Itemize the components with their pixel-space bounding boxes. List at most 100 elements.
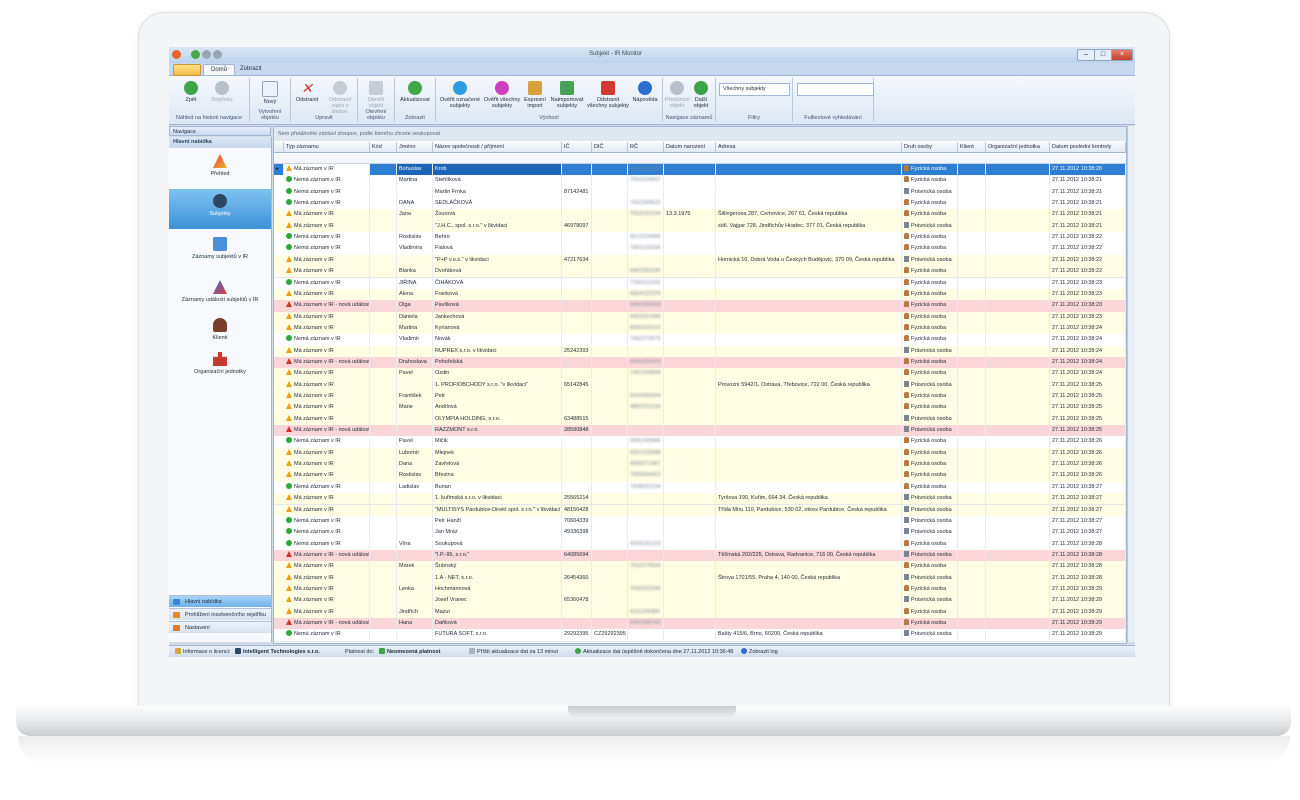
cell-ic[interactable] (562, 368, 592, 380)
cell-name[interactable] (397, 425, 433, 437)
cell-rc[interactable]: 7656232345 (628, 583, 664, 595)
cell-client[interactable] (958, 164, 986, 175)
cell-birth[interactable] (664, 606, 716, 618)
cell-name[interactable]: Bohuslav (397, 164, 433, 175)
cell-surname[interactable]: Ozdin (433, 368, 562, 380)
cell-surname[interactable]: Pavlíková (433, 300, 562, 312)
cell-unit[interactable] (986, 300, 1050, 312)
cell-date[interactable]: 27.11.2012 10:38:22 (1050, 266, 1126, 278)
cell-date[interactable]: 27.11.2012 10:38:23 (1050, 288, 1126, 300)
cell-type[interactable]: Má záznam v IR (284, 345, 370, 357)
cell-birth[interactable] (664, 629, 716, 641)
cell-dic[interactable] (592, 368, 628, 380)
next-object-button[interactable]: Další objekt (689, 81, 713, 109)
cell-unit[interactable] (986, 209, 1050, 221)
cell-birth[interactable] (664, 436, 716, 448)
cell-type[interactable]: Má záznam v IR (284, 447, 370, 459)
cell-date[interactable]: 27.11.2012 10:38:28 (1050, 538, 1126, 550)
cell-dic[interactable] (592, 209, 628, 221)
cell-client[interactable] (958, 391, 986, 402)
cell-date[interactable]: 27.11.2012 10:38:23 (1050, 277, 1126, 289)
cell-code[interactable] (370, 164, 397, 175)
cell-birth[interactable] (664, 391, 716, 402)
back-button[interactable]: Zpět (177, 81, 205, 103)
filter-row[interactable] (274, 154, 1126, 164)
cell-name[interactable]: Pavel (397, 368, 433, 380)
cell-addr[interactable]: Šillingerova 287, Cerhovice, 267 61, Čes… (716, 209, 902, 221)
cell-client[interactable] (958, 583, 986, 595)
cell-dic[interactable] (592, 515, 628, 527)
cell-unit[interactable] (986, 436, 1050, 448)
cell-addr[interactable] (716, 583, 902, 595)
cell-code[interactable] (370, 254, 397, 266)
cell-kind[interactable]: Právnická osoba (902, 345, 958, 357)
cell-name[interactable] (397, 504, 433, 516)
cell-ic[interactable] (562, 561, 592, 573)
cell-date[interactable]: 27.11.2012 10:38:24 (1050, 334, 1126, 346)
cell-date[interactable]: 27.11.2012 10:38:24 (1050, 345, 1126, 357)
cell-kind[interactable]: Fyzická osoba (902, 311, 958, 323)
cell-ic[interactable] (562, 175, 592, 187)
cell-kind[interactable]: Fyzická osoba (902, 470, 958, 482)
cell-name[interactable]: Blanka (397, 266, 433, 278)
cell-addr[interactable] (716, 266, 902, 278)
cell-dic[interactable] (592, 527, 628, 539)
cell-date[interactable]: 27.11.2012 10:38:29 (1050, 583, 1126, 595)
cell-rc[interactable]: 6307220098 (628, 447, 664, 459)
cell-dic[interactable]: CZ29292395 (592, 629, 628, 641)
cell-rc[interactable]: 7652284522 (628, 198, 664, 210)
cell-addr[interactable] (716, 391, 902, 402)
close-icon[interactable]: × (1111, 49, 1133, 61)
cell-ic[interactable]: 46978097 (562, 220, 592, 232)
cell-code[interactable] (370, 311, 397, 323)
cell-name[interactable]: Marie (397, 402, 433, 414)
cell-unit[interactable] (986, 164, 1050, 175)
cell-date[interactable]: 27.11.2012 10:38:21 (1050, 175, 1126, 187)
vertical-scrollbar[interactable] (1127, 126, 1135, 642)
cell-rc[interactable]: 6654122376 (628, 288, 664, 300)
cell-name[interactable]: JIŘINA (397, 277, 433, 289)
cell-kind[interactable]: Fyzická osoba (902, 243, 958, 255)
cell-birth[interactable] (664, 379, 716, 391)
cell-rc[interactable]: 7009094422 (628, 470, 664, 482)
cell-dic[interactable] (592, 345, 628, 357)
cell-rc[interactable]: 6451092345 (628, 266, 664, 278)
cell-client[interactable] (958, 413, 986, 425)
cell-kind[interactable]: Právnická osoba (902, 595, 958, 607)
cell-birth[interactable] (664, 618, 716, 629)
cell-date[interactable]: 27.11.2012 10:38:23 (1050, 311, 1126, 323)
cell-kind[interactable]: Právnická osoba (902, 186, 958, 198)
cell-type[interactable]: Nemá záznam v IR (284, 186, 370, 198)
cell-unit[interactable] (986, 345, 1050, 357)
cell-code[interactable] (370, 436, 397, 448)
cell-addr[interactable] (716, 300, 902, 312)
cell-addr[interactable] (716, 356, 902, 368)
cell-dic[interactable] (592, 504, 628, 516)
cell-addr[interactable] (716, 527, 902, 539)
cell-date[interactable]: 27.11.2012 10:38:25 (1050, 413, 1126, 425)
cell-birth[interactable] (664, 232, 716, 244)
previous-object-button[interactable]: Předchozí objekt (665, 81, 690, 109)
cell-kind[interactable]: Právnická osoba (902, 254, 958, 266)
cell-birth[interactable] (664, 459, 716, 471)
cell-surname[interactable]: Mlejnek (433, 447, 562, 459)
cell-rc[interactable]: 5204282434 (628, 391, 664, 402)
cell-name[interactable]: Daniela (397, 311, 433, 323)
cell-dic[interactable] (592, 572, 628, 584)
cell-ic[interactable]: 49336398 (562, 527, 592, 539)
cell-kind[interactable]: Fyzická osoba (902, 481, 958, 493)
cell-client[interactable] (958, 277, 986, 289)
cell-code[interactable] (370, 595, 397, 607)
cell-birth[interactable] (664, 493, 716, 505)
cell-ic[interactable] (562, 300, 592, 312)
cell-client[interactable] (958, 436, 986, 448)
cell-surname[interactable]: Pohořelská (433, 356, 562, 368)
cell-surname[interactable]: 1. kuřimská s.r.o. v likvidaci (433, 493, 562, 505)
cell-ic[interactable]: 65360478 (562, 595, 592, 607)
cell-addr[interactable]: Tyršova 190, Kuřim, 664 34, Česká republ… (716, 493, 902, 505)
cell-addr[interactable]: Hornická 10, Dobrá Voda u Českých Budějo… (716, 254, 902, 266)
nav-item-subjects[interactable]: Subjekty (169, 189, 271, 229)
cell-code[interactable] (370, 198, 397, 210)
cell-date[interactable]: 27.11.2012 10:38:21 (1050, 186, 1126, 198)
cell-type[interactable]: Má záznam v IR - nová událost (284, 425, 370, 437)
